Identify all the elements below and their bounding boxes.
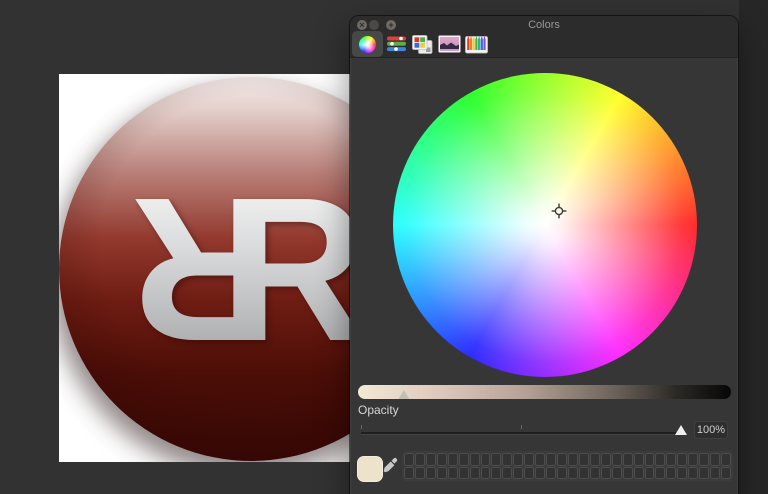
swatch-slot[interactable] xyxy=(721,467,731,480)
swatch-slot[interactable] xyxy=(710,467,720,480)
swatch-slot[interactable] xyxy=(601,453,611,466)
swatch-slot[interactable] xyxy=(481,453,491,466)
swatch-slot[interactable] xyxy=(426,467,436,480)
swatch-slot[interactable] xyxy=(590,453,600,466)
swatch-slot[interactable] xyxy=(470,467,480,480)
swatch-slot[interactable] xyxy=(546,467,556,480)
opacity-tick-mid xyxy=(521,425,522,429)
swatch-slot[interactable] xyxy=(666,453,676,466)
swatch-slot[interactable] xyxy=(459,467,469,480)
swatch-slot[interactable] xyxy=(557,467,567,480)
opacity-value-field[interactable]: 100% xyxy=(694,421,728,439)
swatch-grid xyxy=(404,453,731,479)
swatch-slot[interactable] xyxy=(721,453,731,466)
swatch-slot[interactable] xyxy=(459,453,469,466)
rr-monogram: RR xyxy=(131,167,350,372)
crosshair-icon xyxy=(551,203,567,219)
swatch-slot[interactable] xyxy=(645,453,655,466)
selected-color-well[interactable] xyxy=(357,456,383,482)
opacity-label: Opacity xyxy=(358,403,399,417)
swatch-slot[interactable] xyxy=(612,453,622,466)
swatch-slot[interactable] xyxy=(404,453,414,466)
swatch-slot[interactable] xyxy=(634,467,644,480)
eyedropper-icon xyxy=(381,457,399,475)
swatch-slot[interactable] xyxy=(535,453,545,466)
color-sliders-icon xyxy=(387,36,407,52)
swatch-slot[interactable] xyxy=(513,453,523,466)
opacity-track[interactable] xyxy=(361,432,681,434)
swatch-slot[interactable] xyxy=(491,467,501,480)
swatch-slot[interactable] xyxy=(437,453,447,466)
image-canvas: RR xyxy=(59,74,350,462)
swatch-slot[interactable] xyxy=(448,453,458,466)
swatch-slot[interactable] xyxy=(688,453,698,466)
swatch-slot[interactable] xyxy=(590,467,600,480)
swatch-slot[interactable] xyxy=(655,453,665,466)
window-title: Colors xyxy=(350,19,738,31)
swatch-slot[interactable] xyxy=(502,453,512,466)
swatch-slot[interactable] xyxy=(568,467,578,480)
swatch-slot[interactable] xyxy=(524,467,534,480)
swatch-slot[interactable] xyxy=(404,467,414,480)
swatch-slot[interactable] xyxy=(699,467,709,480)
swatch-slot[interactable] xyxy=(677,467,687,480)
swatch-slot[interactable] xyxy=(568,453,578,466)
color-wheel-icon xyxy=(359,36,376,53)
swatch-slot[interactable] xyxy=(481,467,491,480)
swatch-slot[interactable] xyxy=(513,467,523,480)
swatch-slot[interactable] xyxy=(579,467,589,480)
swatch-slot[interactable] xyxy=(502,467,512,480)
image-palettes-icon xyxy=(438,35,461,53)
titlebar: × + Colors xyxy=(350,16,738,58)
swatch-slot[interactable] xyxy=(645,467,655,480)
tab-image-palettes[interactable] xyxy=(437,31,462,57)
swatch-slot[interactable] xyxy=(426,453,436,466)
swatch-slot[interactable] xyxy=(579,453,589,466)
swatch-slot[interactable] xyxy=(524,453,534,466)
tab-color-palettes[interactable] xyxy=(410,31,435,57)
swatch-slot[interactable] xyxy=(470,453,480,466)
eyedropper-button[interactable] xyxy=(381,457,399,475)
swatch-slot[interactable] xyxy=(688,467,698,480)
swatch-slot[interactable] xyxy=(557,453,567,466)
swatch-slot[interactable] xyxy=(677,453,687,466)
swatch-slot[interactable] xyxy=(623,453,633,466)
swatch-tray xyxy=(402,451,733,481)
swatch-slot[interactable] xyxy=(710,453,720,466)
swatch-slot[interactable] xyxy=(666,467,676,480)
logo-letter-mirrored: R xyxy=(131,167,279,372)
wheel-cursor[interactable] xyxy=(551,203,567,219)
pencils-icon xyxy=(465,34,488,54)
brightness-knob[interactable] xyxy=(398,390,409,399)
tab-pencils[interactable] xyxy=(464,31,489,57)
opacity-tick-start xyxy=(361,425,362,429)
tab-color-wheel[interactable] xyxy=(352,31,383,57)
swatch-slot[interactable] xyxy=(415,453,425,466)
swatch-slot[interactable] xyxy=(601,467,611,480)
swatch-slot[interactable] xyxy=(535,467,545,480)
screen: RR × + Colors xyxy=(0,0,768,494)
color-wheel[interactable] xyxy=(393,73,697,377)
swatch-slot[interactable] xyxy=(448,467,458,480)
swatch-slot[interactable] xyxy=(546,453,556,466)
swatch-slot[interactable] xyxy=(437,467,447,480)
swatch-slot[interactable] xyxy=(415,467,425,480)
swatch-slot[interactable] xyxy=(655,467,665,480)
brightness-slider[interactable] xyxy=(358,385,731,399)
color-palettes-icon xyxy=(412,35,433,54)
swatch-slot[interactable] xyxy=(634,453,644,466)
swatch-slot[interactable] xyxy=(491,453,501,466)
swatch-slot[interactable] xyxy=(612,467,622,480)
opacity-knob[interactable] xyxy=(675,425,687,435)
colors-panel: × + Colors xyxy=(350,16,738,494)
swatch-slot[interactable] xyxy=(699,453,709,466)
tab-color-sliders[interactable] xyxy=(385,31,408,57)
swatch-slot[interactable] xyxy=(623,467,633,480)
